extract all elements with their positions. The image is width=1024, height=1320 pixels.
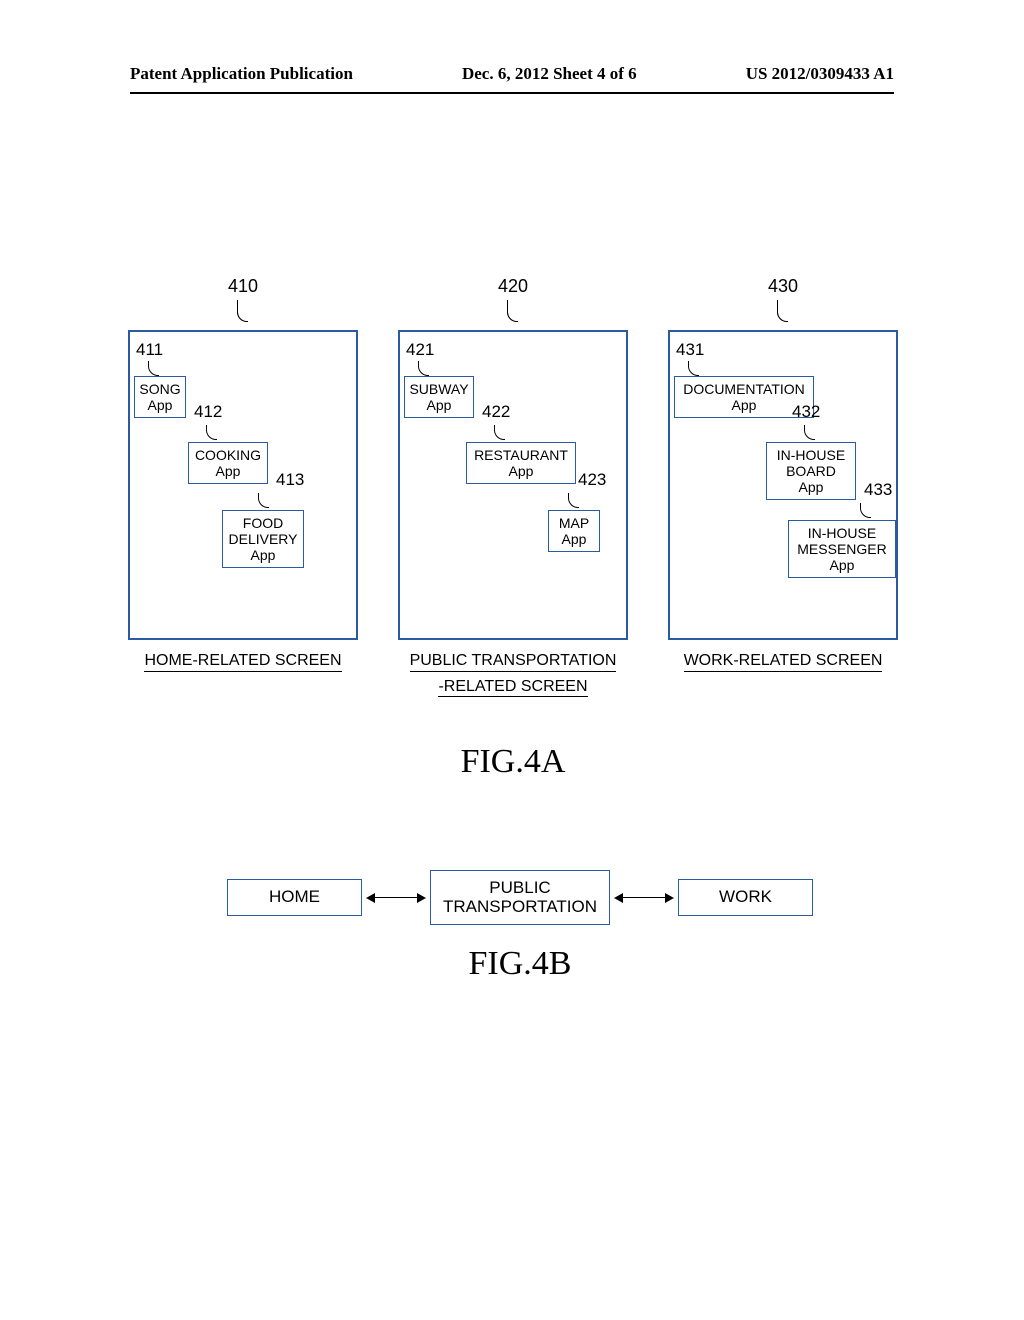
app-label: App [216, 463, 241, 479]
app-food-delivery: FOOD DELIVERY App [222, 510, 304, 568]
figure-label-4b: FIG.4B [220, 945, 820, 983]
screen-410: 410 411 SONG App 412 COOKING App 41 [128, 330, 358, 697]
ref-422: 422 [482, 402, 510, 422]
leader-431 [688, 358, 698, 376]
app-inhouse-messenger: IN-HOUSE MESSENGER App [788, 520, 896, 578]
app-label: COOKING [195, 447, 261, 463]
ref-423: 423 [578, 470, 606, 490]
app-label: App [251, 547, 276, 563]
caption-text: WORK-RELATED SCREEN [684, 652, 883, 672]
ref-411: 411 [136, 340, 163, 360]
screen-box-work: 431 DOCUMENTATION App 432 IN-HOUSE BOARD… [668, 330, 898, 640]
app-label: App [509, 463, 534, 479]
leader-413 [258, 490, 268, 508]
leader-411 [148, 358, 158, 376]
ref-430: 430 [768, 276, 798, 297]
app-restaurant: RESTAURANT App [466, 442, 576, 484]
app-label: SONG [139, 381, 180, 397]
screens-row: 410 411 SONG App 412 COOKING App 41 [128, 330, 898, 697]
ref-412: 412 [194, 402, 222, 422]
leader-412 [206, 422, 216, 440]
app-label: MESSENGER [797, 541, 886, 557]
box-public-transport: PUBLIC TRANSPORTATION [430, 870, 610, 925]
leader-433 [860, 500, 870, 518]
leader-410 [237, 300, 249, 322]
figure-4b: HOME PUBLIC TRANSPORTATION WORK FIG.4B [220, 870, 820, 983]
leader-432 [804, 422, 814, 440]
leader-422 [494, 422, 504, 440]
double-arrow-icon [614, 888, 674, 908]
app-label: SUBWAY [409, 381, 468, 397]
ref-413: 413 [276, 470, 304, 490]
figure-4a: 410 411 SONG App 412 COOKING App 41 [128, 330, 898, 781]
caption-text-l2: -RELATED SCREEN [438, 678, 587, 698]
app-map: MAP App [548, 510, 600, 552]
box-text: HOME [269, 887, 320, 906]
screen-420: 420 421 SUBWAY App 422 RESTAURANT App [398, 330, 628, 697]
caption-transport: PUBLIC TRANSPORTATION -RELATED SCREEN [398, 646, 628, 697]
box-text-l1: PUBLIC [489, 878, 550, 897]
header-rule [130, 92, 894, 94]
app-label: App [799, 479, 824, 495]
app-label: App [732, 397, 757, 413]
page-header: Patent Application Publication Dec. 6, 2… [0, 64, 1024, 84]
leader-421 [418, 358, 428, 376]
header-pub-number: US 2012/0309433 A1 [746, 64, 894, 84]
app-cooking: COOKING App [188, 442, 268, 484]
screen-box-transport: 421 SUBWAY App 422 RESTAURANT App 423 [398, 330, 628, 640]
box-work: WORK [678, 879, 813, 916]
ref-410: 410 [228, 276, 258, 297]
app-label: BOARD [786, 463, 836, 479]
screen-430: 430 431 DOCUMENTATION App 432 IN-HOUSE B… [668, 330, 898, 697]
app-label: DELIVERY [229, 531, 298, 547]
header-publication: Patent Application Publication [130, 64, 353, 84]
box-home: HOME [227, 879, 362, 916]
app-subway: SUBWAY App [404, 376, 474, 418]
page: Patent Application Publication Dec. 6, 2… [0, 0, 1024, 1320]
app-label: App [562, 531, 587, 547]
app-label: IN-HOUSE [808, 525, 876, 541]
figure-4b-row: HOME PUBLIC TRANSPORTATION WORK [220, 870, 820, 925]
figure-label-4a: FIG.4A [128, 743, 898, 781]
app-label: RESTAURANT [474, 447, 568, 463]
app-label: MAP [559, 515, 589, 531]
ref-432: 432 [792, 402, 820, 422]
caption-text-l1: PUBLIC TRANSPORTATION [410, 652, 617, 672]
leader-420 [507, 300, 519, 322]
ref-420: 420 [498, 276, 528, 297]
leader-430 [777, 300, 789, 322]
box-text: WORK [719, 887, 772, 906]
app-label: App [830, 557, 855, 573]
caption-work: WORK-RELATED SCREEN [668, 646, 898, 672]
box-text-l2: TRANSPORTATION [443, 897, 597, 916]
caption-text: HOME-RELATED SCREEN [144, 652, 341, 672]
app-label: App [148, 397, 173, 413]
ref-433: 433 [864, 480, 892, 500]
double-arrow-icon [366, 888, 426, 908]
screen-box-home: 411 SONG App 412 COOKING App 413 [128, 330, 358, 640]
caption-home: HOME-RELATED SCREEN [128, 646, 358, 672]
app-label: App [427, 397, 452, 413]
ref-431: 431 [676, 340, 704, 360]
app-label: FOOD [243, 515, 283, 531]
app-label: IN-HOUSE [777, 447, 845, 463]
ref-421: 421 [406, 340, 434, 360]
header-sheet-info: Dec. 6, 2012 Sheet 4 of 6 [462, 64, 637, 84]
leader-423 [568, 490, 578, 508]
app-song: SONG App [134, 376, 186, 418]
app-label: DOCUMENTATION [683, 381, 805, 397]
app-inhouse-board: IN-HOUSE BOARD App [766, 442, 856, 500]
